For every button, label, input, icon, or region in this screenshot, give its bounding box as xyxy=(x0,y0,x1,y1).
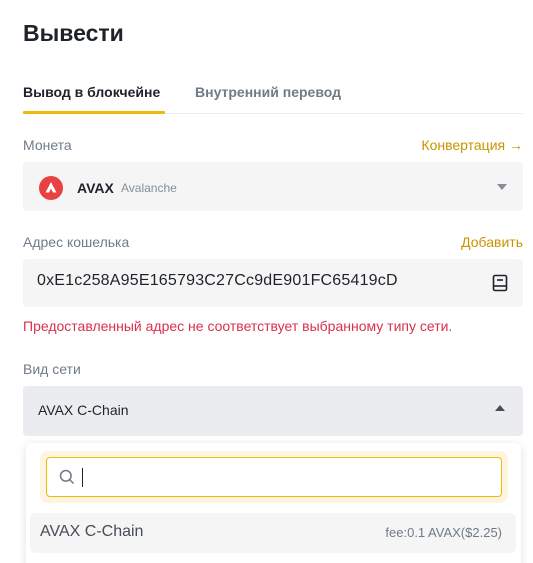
wallet-address-label: Адрес кошелька xyxy=(23,234,130,250)
network-option[interactable]: AVAX C-Chain fee:0.1 AVAX($2.25) xyxy=(30,513,516,553)
coin-select[interactable]: AVAX Avalanche xyxy=(23,162,523,211)
coin-label: Монета xyxy=(23,137,72,153)
network-selected-value: AVAX C-Chain xyxy=(38,402,129,418)
coin-symbol: AVAX xyxy=(77,180,114,196)
network-search-input[interactable] xyxy=(79,466,479,488)
page-title: Вывести xyxy=(23,20,124,46)
network-dropdown: AVAX C-Chain fee:0.1 AVAX($2.25) xyxy=(26,443,521,563)
network-option-name: AVAX C-Chain xyxy=(40,523,144,540)
text-cursor xyxy=(82,468,83,487)
coin-name: Avalanche xyxy=(121,181,177,195)
tab-internal-transfer[interactable]: Внутренний перевод xyxy=(195,84,341,100)
chevron-up-icon xyxy=(495,405,505,411)
address-book-icon[interactable] xyxy=(492,274,508,292)
tab-onchain-withdraw[interactable]: Вывод в блокчейне xyxy=(23,84,160,100)
wallet-address-value[interactable]: 0xE1c258A95E165793C27Cc9dE901FC65419cD xyxy=(37,272,398,290)
network-option-fee: fee:0.1 AVAX($2.25) xyxy=(385,525,502,540)
avalanche-icon xyxy=(39,176,63,200)
network-label: Вид сети xyxy=(23,361,81,377)
wallet-address-field[interactable]: 0xE1c258A95E165793C27Cc9dE901FC65419cD xyxy=(23,259,523,307)
active-tab-indicator xyxy=(23,111,165,114)
network-search-box[interactable] xyxy=(46,457,502,497)
add-address-link[interactable]: Добавить xyxy=(461,234,523,250)
search-focus-ring xyxy=(40,451,508,503)
tab-bar: Вывод в блокчейне Внутренний перевод xyxy=(23,84,523,114)
chevron-down-icon xyxy=(497,184,507,190)
search-icon xyxy=(59,469,75,485)
convert-link[interactable]: Конвертация → xyxy=(421,137,523,153)
network-select[interactable]: AVAX C-Chain xyxy=(23,386,523,436)
address-error-message: Предоставленный адрес не соответствует в… xyxy=(23,318,453,334)
